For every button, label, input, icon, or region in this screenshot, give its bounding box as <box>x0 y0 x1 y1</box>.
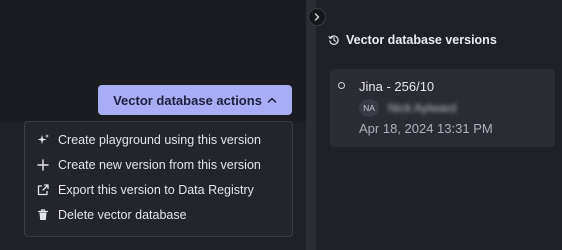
panel-divider[interactable] <box>306 0 316 250</box>
sparkle-icon <box>36 133 50 147</box>
export-icon <box>36 183 50 197</box>
menu-item-create-version[interactable]: Create new version from this version <box>36 155 261 175</box>
menu-item-label: Delete vector database <box>58 208 187 222</box>
menu-item-label: Create new version from this version <box>58 158 261 172</box>
version-radio[interactable] <box>338 82 345 89</box>
versions-panel-title: Vector database versions <box>328 33 497 47</box>
version-date: Apr 18, 2024 13:31 PM <box>359 121 493 136</box>
menu-item-delete[interactable]: Delete vector database <box>36 205 187 225</box>
menu-item-label: Export this version to Data Registry <box>58 183 254 197</box>
trash-icon <box>36 208 50 222</box>
plus-icon <box>36 158 50 172</box>
chevron-up-icon <box>267 97 277 103</box>
menu-item-label: Create playground using this version <box>58 133 261 147</box>
actions-button-label: Vector database actions <box>113 92 262 108</box>
menu-item-create-playground[interactable]: Create playground using this version <box>36 130 261 150</box>
vector-database-actions-button[interactable]: Vector database actions <box>98 85 292 115</box>
avatar: NA <box>359 99 379 117</box>
chevron-right-icon <box>314 13 320 21</box>
versions-title-text: Vector database versions <box>346 33 497 47</box>
collapse-panel-button[interactable] <box>308 8 326 26</box>
version-name: Jina - 256/10 <box>359 79 435 94</box>
author-name: Nick Aylward <box>388 101 457 115</box>
menu-item-export[interactable]: Export this version to Data Registry <box>36 180 254 200</box>
history-icon <box>328 35 339 45</box>
